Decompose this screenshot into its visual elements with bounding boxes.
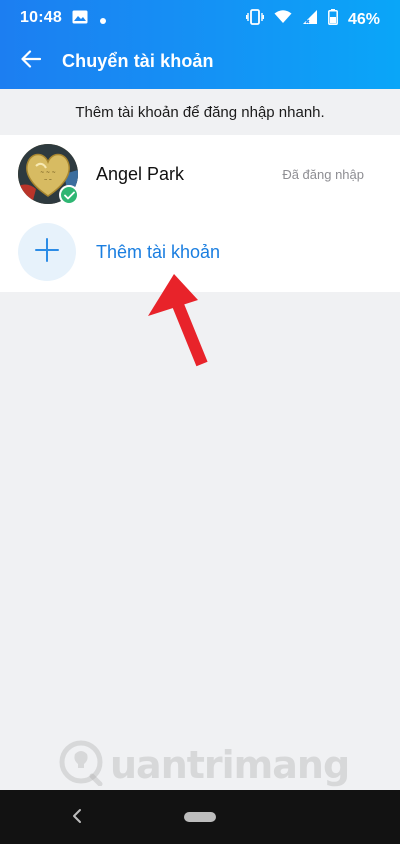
image-icon (72, 10, 88, 29)
nav-back-icon[interactable] (68, 806, 88, 826)
plus-icon (34, 237, 60, 268)
add-account-label: Thêm tài khoản (96, 242, 221, 262)
account-row[interactable]: ~ ~ ~ ~ ~ Angel Park Đã đăng nhập (0, 135, 400, 214)
status-bar: 10:48 46% (0, 0, 400, 36)
signal-icon (302, 9, 318, 30)
watermark: uantrimang (58, 740, 378, 791)
account-list: ~ ~ ~ ~ ~ Angel Park Đã đăng nhập Thêm t… (0, 135, 400, 292)
svg-text:~ ~ ~: ~ ~ ~ (40, 170, 56, 176)
svg-text:~ ~: ~ ~ (44, 177, 52, 182)
hint-text: Thêm tài khoản để đăng nhập nhanh. (75, 103, 325, 121)
arrow-left-icon (21, 49, 42, 73)
system-nav-bar (0, 790, 400, 844)
page-title: Chuyển tài khoản (62, 51, 214, 71)
lightbulb-icon (58, 740, 104, 791)
vibrate-icon (245, 9, 265, 30)
check-icon (59, 185, 79, 205)
watermark-text: uantrimang (110, 743, 350, 787)
battery-percent: 46% (347, 10, 380, 28)
app-bar: Chuyển tài khoản (0, 36, 400, 89)
status-time: 10:48 (20, 9, 62, 26)
account-name: Angel Park (96, 164, 185, 184)
account-status-badge: Đã đăng nhập (282, 167, 364, 182)
dot-icon (100, 11, 106, 29)
header: 10:48 46% Chuyển tài khoản (0, 0, 400, 89)
wifi-icon (274, 10, 292, 29)
annotation-arrow-icon (140, 272, 220, 373)
back-button[interactable] (14, 46, 48, 76)
status-system-icons: 46% (245, 9, 380, 30)
add-account-circle (18, 223, 76, 281)
status-notification-icons (72, 10, 106, 29)
nav-home-pill[interactable] (184, 812, 216, 822)
battery-icon (328, 9, 338, 30)
